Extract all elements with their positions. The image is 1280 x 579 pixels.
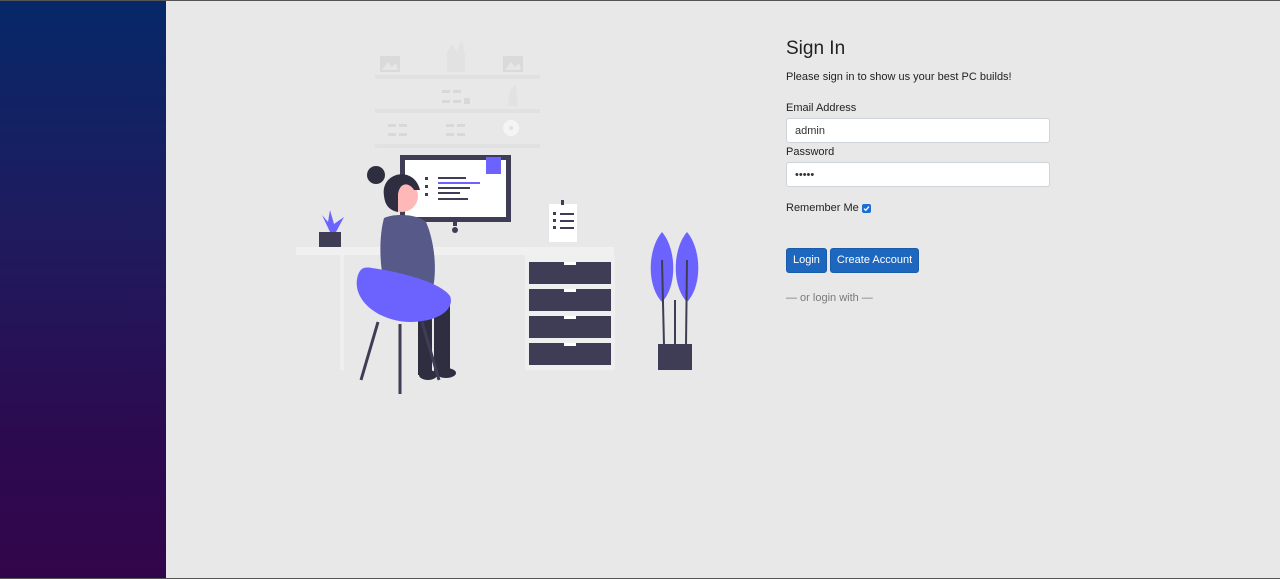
checkmark-icon — [863, 205, 870, 211]
person-at-desk-illustration — [296, 40, 699, 394]
page-title: Sign In — [786, 38, 846, 59]
remember-me-checkbox[interactable] — [861, 203, 871, 213]
login-form: Sign In Please sign in to show us your b… — [786, 38, 1050, 304]
remember-me-label: Remember Me — [786, 202, 859, 214]
password-label: Password — [786, 146, 835, 158]
gradient-sidebar — [0, 1, 166, 579]
background-shelves — [375, 40, 540, 148]
clipboard — [549, 200, 577, 242]
password-field[interactable] — [786, 162, 1050, 187]
desk-plant — [319, 210, 344, 247]
create-account-button[interactable]: Create Account — [829, 248, 920, 273]
email-label: Email Address — [786, 102, 857, 114]
remember-me-row: Remember Me — [786, 202, 1050, 214]
login-button[interactable]: Login — [786, 248, 827, 273]
page-subtitle: Please sign in to show us your best PC b… — [786, 71, 1012, 83]
email-field[interactable] — [786, 118, 1050, 143]
action-buttons: Login Create Account — [786, 248, 1050, 273]
floor-plant — [650, 232, 699, 370]
alt-login-divider: — or login with — — [786, 292, 873, 304]
